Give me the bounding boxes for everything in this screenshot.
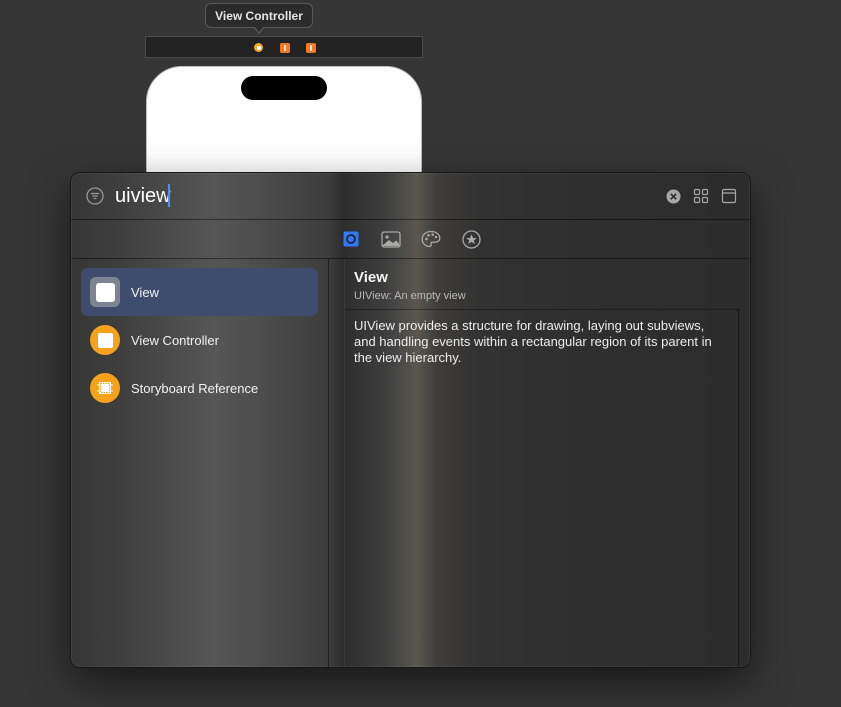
list-item-label: View Controller <box>131 332 219 348</box>
detail-pane-icon[interactable] <box>720 187 738 205</box>
library-tabs <box>341 229 481 249</box>
list-item-storyboard-reference[interactable]: Storyboard Reference <box>81 364 318 412</box>
scene-dock[interactable] <box>145 36 423 58</box>
list-item-view[interactable]: View <box>81 268 318 316</box>
view-icon <box>90 277 120 307</box>
dynamic-island <box>241 76 327 100</box>
scene-tooltip: View Controller <box>205 3 313 28</box>
detail-scroll-track[interactable] <box>738 309 739 667</box>
photo-icon <box>381 230 401 248</box>
list-item-view-controller[interactable]: View Controller <box>81 316 318 364</box>
detail-description: UIView provides a structure for drawing,… <box>354 318 712 365</box>
tab-objects[interactable] <box>341 229 361 249</box>
object-cube-icon <box>343 231 359 247</box>
filter-icon[interactable] <box>86 187 104 205</box>
object-library-popover: View View Controller Storyboard Referenc… <box>70 172 751 668</box>
library-search-row <box>71 173 750 220</box>
detail-subtitle: UIView: An empty view <box>354 290 466 302</box>
search-tools <box>664 187 738 205</box>
library-tabs-row <box>71 220 750 259</box>
library-detail-pane: View UIView: An empty view UIView provid… <box>344 259 750 667</box>
text-caret <box>168 184 170 207</box>
library-results-list: View View Controller Storyboard Referenc… <box>71 259 329 667</box>
star-icon <box>461 229 481 249</box>
first-responder-dock-icon[interactable] <box>280 43 290 53</box>
list-item-label: View <box>131 284 159 300</box>
detail-title: View <box>354 269 388 286</box>
tab-favorites[interactable] <box>461 229 481 249</box>
scene-tooltip-label: View Controller <box>215 8 303 23</box>
grid-view-icon[interactable] <box>692 187 710 205</box>
exit-dock-icon[interactable] <box>306 43 316 53</box>
tab-media[interactable] <box>381 229 401 249</box>
list-item-label: Storyboard Reference <box>131 380 259 396</box>
tab-colors[interactable] <box>421 229 441 249</box>
view-controller-dock-icon[interactable] <box>254 43 263 52</box>
detail-header: View UIView: An empty view <box>345 259 740 310</box>
palette-icon <box>421 230 441 248</box>
library-search-input[interactable] <box>115 182 635 210</box>
storyboard-reference-icon <box>90 373 120 403</box>
tooltip-arrow-fill <box>254 26 264 32</box>
view-controller-icon <box>90 325 120 355</box>
clear-search-icon[interactable] <box>664 187 682 205</box>
